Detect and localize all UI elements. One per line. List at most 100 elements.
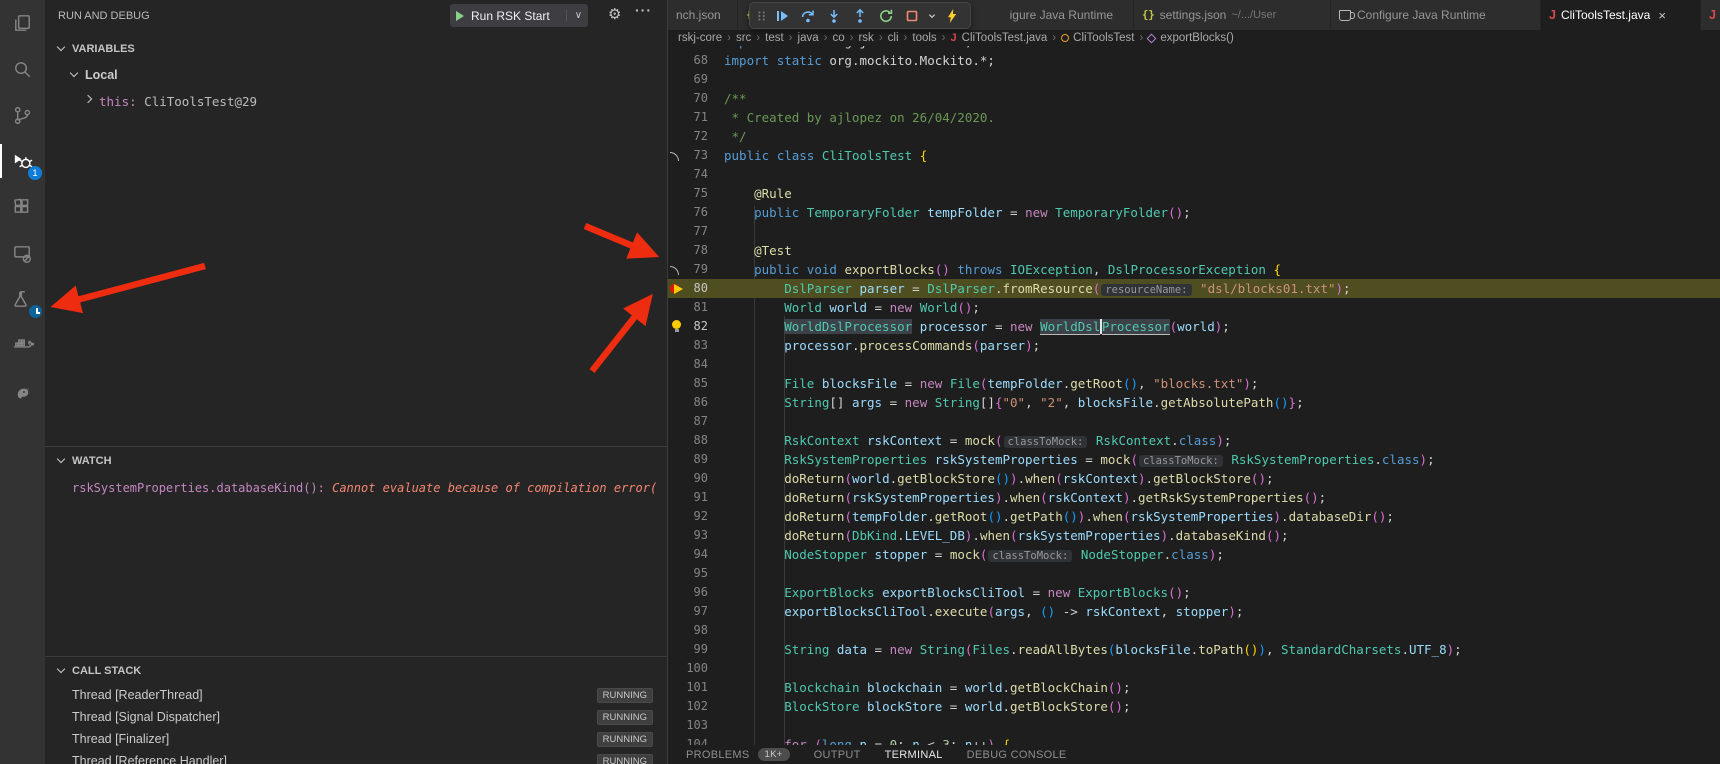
step-over-button[interactable]: [795, 4, 821, 28]
token: [724, 490, 784, 505]
code-line[interactable]: 98: [668, 621, 1720, 640]
code-line[interactable]: 68import static org.mockito.Mockito.*;: [668, 51, 1720, 70]
code-line[interactable]: 73public class CliToolsTest {: [668, 146, 1720, 165]
editor-tab[interactable]: {}settings.json~/.../User: [1134, 0, 1331, 30]
explorer-icon[interactable]: [0, 0, 45, 46]
code-line[interactable]: 82 WorldDslProcessor processor = new Wor…: [668, 317, 1720, 336]
code-line[interactable]: 93 doReturn(DbKind.LEVEL_DB).when(rskSys…: [668, 526, 1720, 545]
extensions-icon[interactable]: [0, 184, 45, 230]
code-line[interactable]: 84: [668, 355, 1720, 374]
code-line[interactable]: 89 RskSystemProperties rskSystemProperti…: [668, 450, 1720, 469]
breadcrumb-method[interactable]: exportBlocks(): [1160, 32, 1234, 44]
breadcrumb-folder[interactable]: rskj-core: [678, 32, 722, 44]
run-config-dropdown[interactable]: Run RSK Start ∨: [450, 4, 588, 27]
source-control-icon[interactable]: [0, 92, 45, 138]
code-line[interactable]: 99 String data = new String(Files.readAl…: [668, 640, 1720, 659]
call-stack-thread[interactable]: Thread [Signal Dispatcher]RUNNING: [45, 706, 667, 728]
gradle-icon[interactable]: [0, 368, 45, 414]
editor-tab[interactable]: JCliToolsTest.java×: [1541, 0, 1701, 30]
breadcrumb-file[interactable]: CliToolsTest.java: [962, 32, 1048, 44]
token: TemporaryFolder: [1055, 205, 1168, 220]
code-line[interactable]: 95: [668, 564, 1720, 583]
code-line[interactable]: 104 for (long n = 0; n < 3; n++) {: [668, 735, 1720, 745]
line-number: 81: [668, 298, 708, 317]
code-line[interactable]: 102 BlockStore blockStore = world.getBlo…: [668, 697, 1720, 716]
docker-icon[interactable]: [0, 322, 45, 368]
stop-chevron-button[interactable]: [925, 4, 939, 28]
code-line[interactable]: 80 DslParser parser = DslParser.fromReso…: [668, 279, 1720, 298]
code-line[interactable]: 77: [668, 222, 1720, 241]
variable-this[interactable]: this: CliToolsTest@29: [45, 90, 667, 112]
section-variables[interactable]: VARIABLES: [45, 38, 667, 60]
panel-tab-debug-console[interactable]: DEBUG CONSOLE: [967, 749, 1067, 761]
breadcrumb-folder[interactable]: tools: [912, 32, 936, 44]
code-line[interactable]: 100: [668, 659, 1720, 678]
code-line[interactable]: 101 Blockchain blockchain = world.getBlo…: [668, 678, 1720, 697]
code-line[interactable]: 87: [668, 412, 1720, 431]
chevron-down-icon[interactable]: ∨: [566, 10, 582, 21]
code-line[interactable]: 103: [668, 716, 1720, 735]
token: ;: [1266, 471, 1274, 486]
token: Files: [972, 642, 1010, 657]
gear-icon[interactable]: ⚙: [608, 5, 621, 23]
breadcrumb-folder[interactable]: test: [765, 32, 784, 44]
code-line[interactable]: 86 String[] args = new String[]{"0", "2"…: [668, 393, 1720, 412]
testing-icon[interactable]: [0, 276, 45, 322]
breadcrumb-folder[interactable]: cli: [888, 32, 899, 44]
code-line[interactable]: 78 @Test: [668, 241, 1720, 260]
code-line[interactable]: 85 File blocksFile = new File(tempFolder…: [668, 374, 1720, 393]
code-line[interactable]: 88 RskContext rskContext = mock(classToM…: [668, 431, 1720, 450]
code-editor[interactable]: 67import static org.junit.Assert.*;68imp…: [668, 46, 1720, 745]
section-watch[interactable]: WATCH: [45, 450, 667, 472]
breadcrumb-folder[interactable]: java: [798, 32, 819, 44]
code-line[interactable]: 74: [668, 165, 1720, 184]
panel-tab-terminal[interactable]: TERMINAL: [885, 749, 943, 761]
token: ;: [1427, 452, 1435, 467]
code-line[interactable]: 83 processor.processCommands(parser);: [668, 336, 1720, 355]
breadcrumb-class[interactable]: CliToolsTest: [1073, 32, 1134, 44]
code-line[interactable]: 69: [668, 70, 1720, 89]
section-call-stack[interactable]: CALL STACK: [45, 660, 667, 682]
hot-code-replace-button[interactable]: [939, 4, 965, 28]
thread-status-badge: RUNNING: [597, 732, 653, 747]
stop-button[interactable]: [899, 4, 925, 28]
code-line[interactable]: 94 NodeStopper stopper = mock(classToMoc…: [668, 545, 1720, 564]
token: [859, 433, 867, 448]
more-actions-icon[interactable]: ···: [635, 2, 652, 18]
code-line[interactable]: 70/**: [668, 89, 1720, 108]
token: rskSystemProperties: [1018, 528, 1161, 543]
code-line[interactable]: 91 doReturn(rskSystemProperties).when(rs…: [668, 488, 1720, 507]
breadcrumb-folder[interactable]: rsk: [858, 32, 873, 44]
close-icon[interactable]: ×: [1658, 8, 1666, 23]
code-line[interactable]: 90 doReturn(world.getBlockStore()).when(…: [668, 469, 1720, 488]
call-stack-thread[interactable]: Thread [Reference Handler]RUNNING: [45, 750, 667, 764]
code-line[interactable]: 97 exportBlocksCliTool.execute(args, () …: [668, 602, 1720, 621]
panel-tab-output[interactable]: OUTPUT: [814, 749, 861, 761]
call-stack-thread[interactable]: Thread [Finalizer]RUNNING: [45, 728, 667, 750]
panel-tab-problems[interactable]: PROBLEMS1K+: [686, 748, 790, 761]
step-out-button[interactable]: [847, 4, 873, 28]
code-line[interactable]: 72 */: [668, 127, 1720, 146]
breadcrumb-folder[interactable]: co: [832, 32, 844, 44]
code-line[interactable]: 76 public TemporaryFolder tempFolder = n…: [668, 203, 1720, 222]
code-line[interactable]: 71 * Created by ajlopez on 26/04/2020.: [668, 108, 1720, 127]
breadcrumb-folder[interactable]: src: [736, 32, 751, 44]
continue-button[interactable]: [769, 4, 795, 28]
code-line[interactable]: 79 public void exportBlocks() throws IOE…: [668, 260, 1720, 279]
remote-explorer-icon[interactable]: [0, 230, 45, 276]
debug-toolbar: [749, 2, 971, 29]
code-line[interactable]: 92 doReturn(tempFolder.getRoot().getPath…: [668, 507, 1720, 526]
watch-expression[interactable]: rskSystemProperties.databaseKind(): Cann…: [45, 477, 657, 499]
code-line[interactable]: 81 World world = new World();: [668, 298, 1720, 317]
code-line[interactable]: 96 ExportBlocks exportBlocksCliTool = ne…: [668, 583, 1720, 602]
search-icon[interactable]: [0, 46, 45, 92]
variables-scope-local[interactable]: Local: [45, 64, 667, 86]
step-into-button[interactable]: [821, 4, 847, 28]
code-line[interactable]: 75 @Rule: [668, 184, 1720, 203]
call-stack-thread[interactable]: Thread [ReaderThread]RUNNING: [45, 684, 667, 706]
restart-button[interactable]: [873, 4, 899, 28]
editor-tab[interactable]: nch.json: [668, 0, 738, 30]
editor-tab[interactable]: J: [1701, 0, 1720, 30]
run-and-debug-icon[interactable]: 1: [0, 138, 45, 184]
editor-tab[interactable]: Configure Java Runtime: [1331, 0, 1541, 30]
